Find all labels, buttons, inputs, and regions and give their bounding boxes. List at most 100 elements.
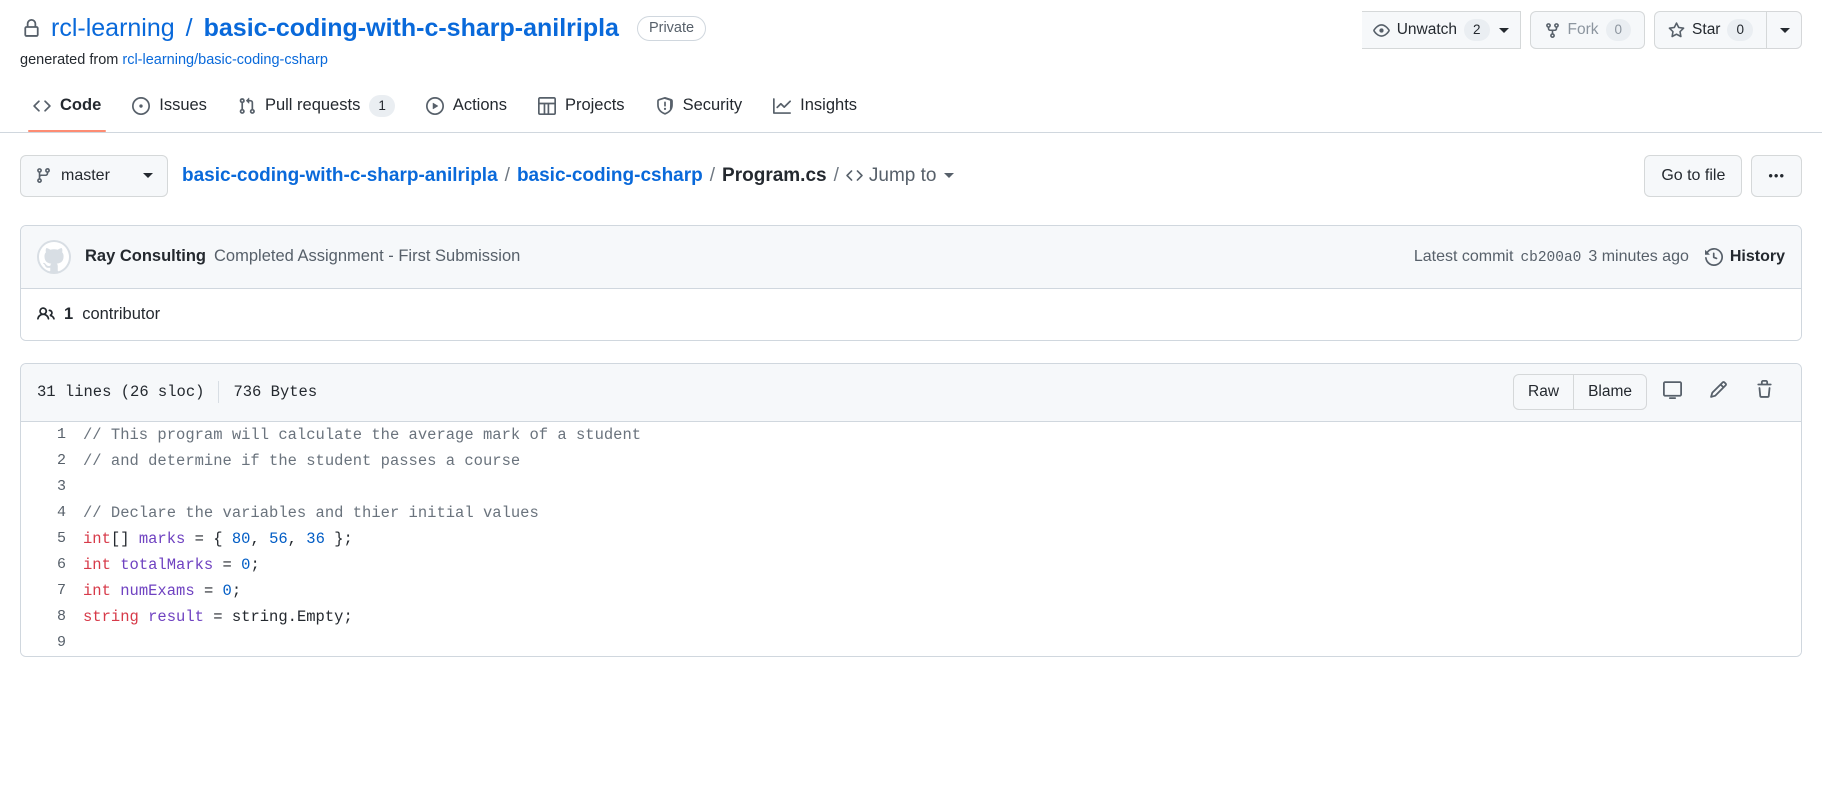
contributors-row[interactable]: 1 contributor (21, 288, 1801, 340)
line-number[interactable]: 6 (21, 552, 83, 578)
latest-commit-row: Ray Consulting Completed Assignment - Fi… (21, 225, 1801, 289)
star-dropdown-button[interactable] (1767, 11, 1802, 49)
repo-nav-tabs: Code Issues Pull requests 1 Actions Proj… (0, 86, 1822, 133)
code-token: totalMarks (120, 555, 214, 574)
tab-actions[interactable]: Actions (413, 86, 520, 133)
table-icon (537, 96, 556, 115)
code-line: 5 int[] marks = { 80, 56, 36 }; (21, 526, 1801, 552)
breadcrumb-folder-link[interactable]: basic-coding-csharp (517, 165, 703, 187)
star-button[interactable]: Star 0 (1654, 11, 1767, 49)
fork-button[interactable]: Fork 0 (1529, 11, 1646, 49)
unwatch-button[interactable]: Unwatch 2 (1361, 11, 1521, 49)
play-icon (425, 96, 444, 115)
file-line-count: 31 lines (26 sloc) (37, 383, 205, 402)
commit-info-box: Ray Consulting Completed Assignment - Fi… (20, 224, 1802, 341)
go-to-file-label: Go to file (1661, 166, 1726, 184)
file-toolbar: 31 lines (26 sloc) 736 Bytes Raw Blame (21, 363, 1801, 422)
code-token: 36 (306, 529, 325, 548)
shield-icon (656, 96, 674, 115)
tab-security-label: Security (682, 96, 743, 115)
raw-blame-group: Raw Blame (1513, 374, 1647, 411)
tab-code[interactable]: Code (20, 86, 114, 133)
code-icon (33, 97, 51, 115)
delete-file-button[interactable] (1743, 374, 1785, 410)
commit-meta: Latest commit cb200a0 3 minutes ago Hist… (1414, 248, 1785, 266)
watch-button-group: Unwatch 2 (1361, 11, 1521, 49)
latest-commit-meta: Latest commit cb200a0 3 minutes ago (1414, 248, 1689, 266)
code-token: = (213, 555, 242, 574)
code-token: // and determine if the student passes a… (83, 451, 521, 470)
code-token: 0 (222, 581, 232, 600)
desktop-download-icon (1662, 380, 1682, 404)
line-number[interactable]: 4 (21, 500, 83, 526)
star-count: 0 (1727, 19, 1753, 41)
breadcrumb-separator: / (833, 164, 839, 186)
more-options-button[interactable]: ••• (1751, 154, 1802, 197)
fork-icon (1544, 22, 1561, 39)
breadcrumb-separator: / (709, 164, 716, 186)
code-token: // This program will calculate the avera… (83, 425, 642, 444)
chevron-down-icon (1780, 27, 1790, 33)
tab-issues[interactable]: Issues (119, 86, 220, 133)
blame-button[interactable]: Blame (1574, 374, 1647, 411)
breadcrumb-separator: / (504, 164, 510, 186)
commit-author[interactable]: Ray Consulting (85, 247, 206, 266)
lock-icon (20, 18, 42, 40)
contributor-count: 1 (64, 304, 74, 323)
line-number[interactable]: 1 (21, 422, 83, 448)
star-label: Star (1692, 21, 1721, 38)
breadcrumb-repo-link[interactable]: basic-coding-with-c-sharp-anilripla (182, 165, 498, 187)
generated-from: generated from rcl-learning/basic-coding… (20, 52, 1802, 68)
tab-projects-label: Projects (564, 96, 625, 115)
history-button[interactable]: History (1704, 247, 1785, 266)
code-token: [] (110, 529, 139, 548)
line-content: // This program will calculate the avera… (83, 422, 641, 448)
file-nav-actions: Go to file ••• (1644, 154, 1802, 197)
commit-sha[interactable]: cb200a0 (1520, 250, 1581, 266)
chevron-down-icon (143, 173, 153, 179)
eye-icon (1372, 22, 1390, 39)
line-content: string result = string.Empty; (83, 604, 353, 630)
raw-button[interactable]: Raw (1513, 374, 1575, 411)
open-in-desktop-button[interactable] (1651, 374, 1693, 410)
line-number[interactable]: 5 (21, 526, 83, 552)
jump-to-button[interactable]: Jump to (846, 165, 955, 187)
branch-selector-button[interactable]: master (20, 154, 168, 197)
chevron-down-icon (944, 173, 955, 179)
fork-label: Fork (1567, 21, 1599, 38)
divider (218, 381, 220, 404)
commit-message[interactable]: Completed Assignment - First Submission (214, 247, 520, 266)
line-number[interactable]: 3 (21, 474, 83, 500)
history-label: History (1729, 247, 1785, 265)
code-token: = (203, 607, 232, 626)
line-number[interactable]: 9 (21, 630, 83, 656)
line-number[interactable]: 8 (21, 604, 83, 630)
code-token: = { (185, 529, 232, 548)
pull-requests-count: 1 (369, 95, 395, 117)
generated-from-link[interactable]: rcl-learning/basic-coding-csharp (122, 52, 328, 68)
tab-pull-requests[interactable]: Pull requests 1 (225, 86, 408, 133)
tab-projects[interactable]: Projects (525, 86, 638, 133)
fork-count: 0 (1605, 19, 1632, 41)
code-line: 3 (21, 474, 1801, 500)
edit-file-button[interactable] (1697, 374, 1739, 410)
blame-label: Blame (1588, 383, 1632, 401)
line-number[interactable]: 2 (21, 448, 83, 474)
go-to-file-button[interactable]: Go to file (1644, 154, 1743, 197)
line-content: int[] marks = { 80, 56, 36 }; (83, 526, 353, 552)
line-number[interactable]: 7 (21, 578, 83, 604)
avatar (37, 239, 71, 274)
tab-insights[interactable]: Insights (760, 86, 870, 133)
code-token: marks (138, 529, 186, 548)
code-line: 4// Declare the variables and thier init… (21, 500, 1801, 526)
file-navigation: master basic-coding-with-c-sharp-anilrip… (0, 133, 1822, 197)
repo-name-link[interactable]: basic-coding-with-c-sharp-anilripla (204, 14, 619, 43)
code-content[interactable]: 1// This program will calculate the aver… (21, 421, 1801, 656)
tab-code-label: Code (60, 96, 102, 115)
repo-owner-link[interactable]: rcl-learning (51, 14, 175, 43)
visibility-badge: Private (636, 15, 707, 42)
code-token: numExams (120, 581, 195, 600)
tab-security[interactable]: Security (643, 86, 756, 133)
tab-insights-label: Insights (800, 96, 858, 115)
